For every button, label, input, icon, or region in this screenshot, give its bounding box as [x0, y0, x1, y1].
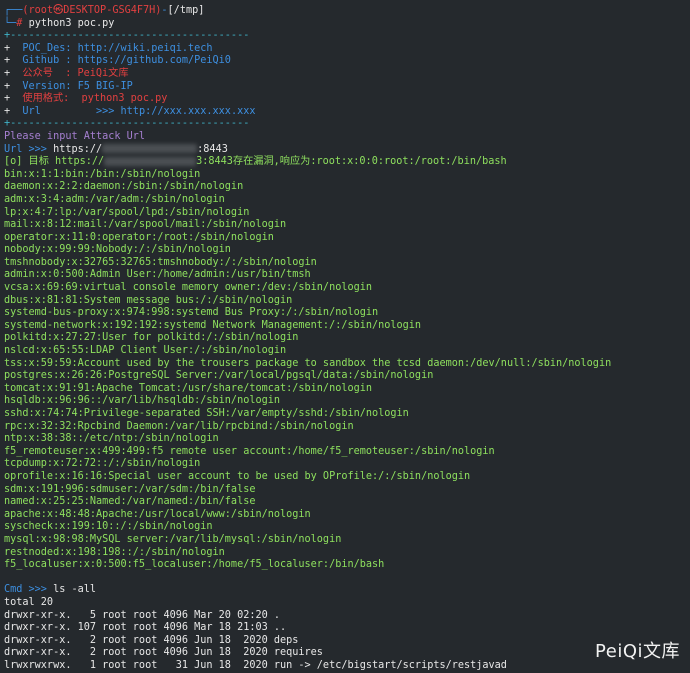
output-line: tmshnobody:x:32765:32765:tmshnobody:/:/s…: [4, 256, 317, 268]
output-line: lp:x:4:7:lp:/var/spool/lpd:/sbin/nologin: [4, 206, 250, 218]
url-input-end[interactable]: :8443: [197, 144, 228, 155]
terminal-window[interactable]: ┌──(root㉿DESKTOP-GSG4F7H)-[/tmp] └─# pyt…: [0, 0, 690, 673]
output-line: tomcat:x:91:91:Apache Tomcat:/usr/share/…: [4, 382, 373, 394]
banner-line: + POC_Des: http://wiki.peiqi.tech: [4, 42, 213, 54]
output-line: named:x:25:25:Named:/var/named:/bin/fals…: [4, 496, 256, 508]
output-line: oprofile:x:16:16:Special user account to…: [4, 470, 471, 482]
passwd-output: bin:x:1:1:bin:/bin:/sbin/nologin daemon:x…: [4, 169, 690, 572]
output-line: tcpdump:x:72:72::/:/sbin/nologin: [4, 458, 201, 470]
prompt-command-line: └─# python3 poc.py: [4, 18, 690, 31]
output-line: drwxr-xr-x. 107 root root 4096 Mar 18 21…: [4, 622, 287, 634]
attack-url-request: Please input Attack Url: [4, 130, 146, 142]
output-line: nslcd:x:65:55:LDAP Client User:/:/sbin/n…: [4, 345, 287, 357]
output-line: apache:x:48:48:Apache:/usr/local/www:/sb…: [4, 508, 311, 520]
url-input-start[interactable]: https://: [53, 144, 102, 155]
output-line: drwxr-xr-x. 2 root root 4096 Jun 18 2020…: [4, 634, 299, 646]
redacted-host: [104, 156, 197, 166]
output-line: sshd:x:74:74:Privilege-separated SSH:/va…: [4, 408, 409, 419]
output-line: f5_remoteuser:x:499:499:f5 remote user a…: [4, 445, 495, 457]
output-line: nobody:x:99:99:Nobody:/:/sbin/nologin: [4, 244, 231, 256]
redacted-host: [102, 144, 198, 154]
banner-border-top: +---------------------------------------: [4, 30, 250, 42]
prompt-hash: #: [16, 17, 29, 29]
output-line: bin:x:1:1:bin:/bin:/sbin/nologin: [4, 168, 201, 180]
output-line: sdm:x:191:996:sdmuser:/var/sdm:/bin/fals…: [4, 483, 256, 495]
prompt-header-line: ┌──(root㉿DESKTOP-GSG4F7H)-[/tmp]: [4, 5, 690, 18]
output-line: total 20: [4, 596, 54, 608]
output-line: dbus:x:81:81:System message bus:/:/sbin/…: [4, 294, 293, 306]
banner-line: + Url >>> http://xxx.xxx.xxx.xxx: [4, 105, 256, 117]
banner-line: + Version: F5 BIG-IP: [4, 80, 133, 92]
ls-output: total 20 drwxr-xr-x. 5 root root 4096 Mar…: [4, 597, 690, 673]
url-input-line[interactable]: Url >>> https:// :8443: [4, 144, 690, 157]
output-line: polkitd:x:27:27:User for polkitd:/:/sbin…: [4, 332, 299, 344]
output-line: mysql:x:98:98:MySQL server:/var/lib/mysq…: [4, 533, 342, 545]
banner-border-bottom: +---------------------------------------: [4, 118, 250, 130]
output-line: f5_localuser:x:0:500:f5_localuser:/home/…: [4, 559, 385, 571]
output-line: systemd-bus-proxy:x:974:998:systemd Bus …: [4, 307, 379, 319]
output-line: drwxr-xr-x. 2 root root 4096 Jun 18 2020…: [4, 647, 323, 659]
vuln-result-suffix: 3:8443存在漏洞,响应为:root:x:0:0:root:/root:/bi…: [196, 156, 507, 168]
output-line: tss:x:59:59:Account used by the trousers…: [4, 357, 612, 369]
output-line: operator:x:11:0:operator:/root:/sbin/nol…: [4, 231, 274, 243]
vuln-result-prefix: [o] 目标 https://: [4, 156, 105, 168]
cmd-prompt: Cmd >>>: [4, 584, 54, 596]
output-line: syscheck:x:199:10::/:/sbin/nologin: [4, 521, 213, 533]
output-line: daemon:x:2:2:daemon:/sbin:/sbin/nologin: [4, 181, 244, 193]
output-line: admin:x:0:500:Admin User:/home/admin:/us…: [4, 269, 311, 281]
prompt-command: python3 poc.py: [28, 17, 115, 29]
url-prompt: Url >>>: [4, 143, 54, 155]
prompt-corner-top: ┌──: [4, 5, 23, 16]
output-line: restnoded:x:198:198::/:/sbin/nologin: [4, 546, 225, 558]
watermark-logo: PeiQi文库: [595, 641, 680, 663]
output-line: rpc:x:32:32:Rpcbind Daemon:/var/lib/rpcb…: [4, 420, 354, 432]
output-line: vcsa:x:69:69:virtual console memory owne…: [4, 282, 373, 294]
prompt-user-host: (root㉿DESKTOP-GSG4F7H): [22, 5, 162, 16]
output-line: postgres:x:26:26:PostgreSQL Server:/var/…: [4, 370, 434, 382]
cmd-input[interactable]: ls -all: [53, 584, 96, 595]
output-line: ntp:x:38:38::/etc/ntp:/sbin/nologin: [4, 433, 219, 445]
banner-line: + Github : https://github.com/PeiQi0: [4, 55, 231, 67]
output-line: systemd-network:x:192:192:systemd Networ…: [4, 319, 422, 331]
output-line: mail:x:8:12:mail:/var/spool/mail:/sbin/n…: [4, 219, 287, 231]
prompt-corner-bottom: └─: [4, 17, 17, 29]
output-line: adm:x:3:4:adm:/var/adm:/sbin/nologin: [4, 193, 225, 205]
prompt-path: [/tmp]: [167, 5, 205, 16]
banner-line: + 使用格式: python3 poc.py: [4, 93, 168, 105]
output-line: drwxr-xr-x. 5 root root 4096 Mar 20 02:2…: [4, 609, 281, 621]
vuln-result-line: [o] 目标 https:// 3:8443存在漏洞,响应为:root:x:0:0…: [4, 156, 690, 169]
cmd-input-line[interactable]: Cmd >>> ls -all: [4, 584, 690, 597]
output-line: lrwxrwxrwx. 1 root root 31 Jun 18 2020 r…: [4, 659, 507, 671]
banner-line: + 公众号 : PeiQi文库: [4, 67, 129, 79]
output-line: hsqldb:x:96:96::/var/lib/hsqldb:/sbin/no…: [4, 395, 281, 407]
